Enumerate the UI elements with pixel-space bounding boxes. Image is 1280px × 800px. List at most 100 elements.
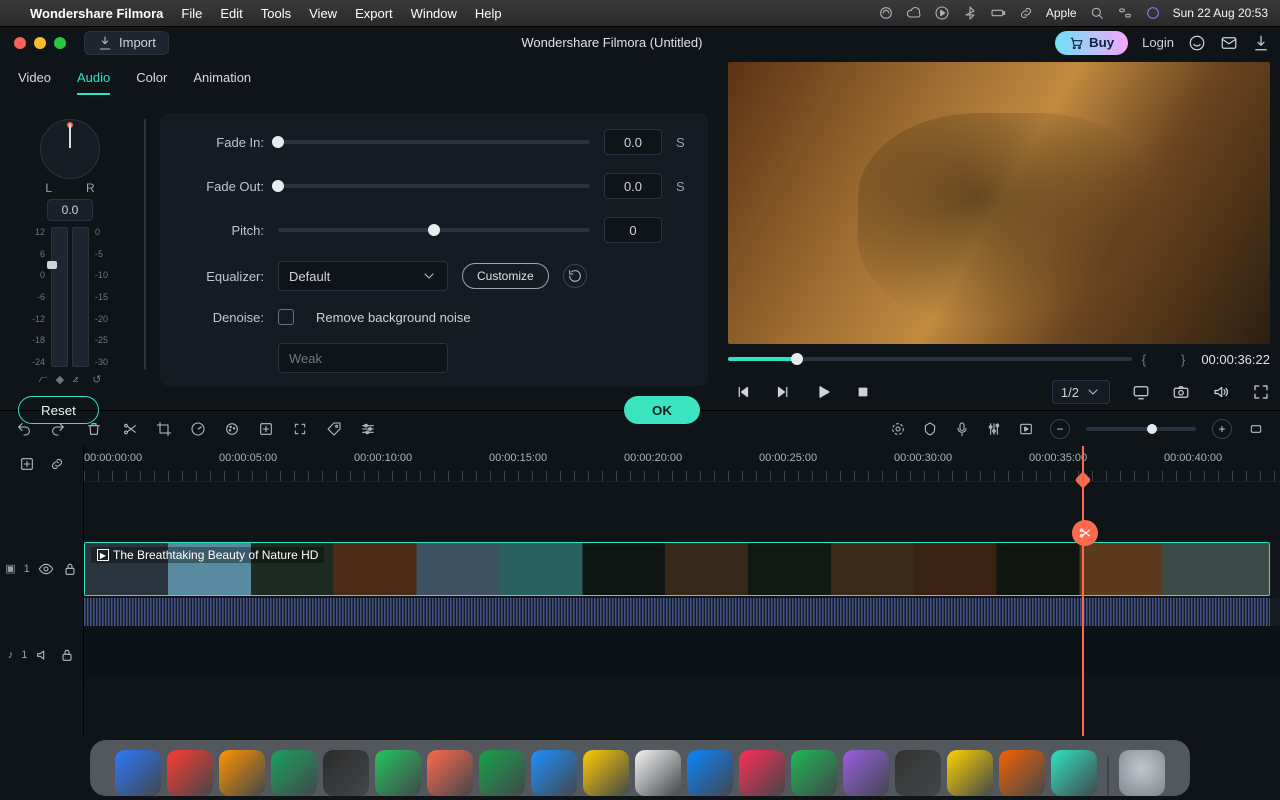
lock-icon[interactable]	[62, 561, 78, 577]
level-meter[interactable]: 1260-6-12-18-24 0-5-10-15-20-25-30	[27, 227, 113, 367]
dock-app-14[interactable]	[843, 750, 889, 796]
play-button[interactable]	[814, 383, 832, 401]
color-button[interactable]	[224, 421, 240, 437]
split-playhead-button[interactable]	[1072, 520, 1098, 546]
menu-export[interactable]: Export	[355, 6, 393, 21]
tab-animation[interactable]: Animation	[193, 70, 251, 95]
status-play-icon[interactable]	[934, 5, 950, 21]
video-track-header[interactable]: ▣1	[0, 540, 83, 598]
status-control-center-icon[interactable]	[1117, 5, 1133, 21]
dock-app-4[interactable]	[323, 750, 369, 796]
display-settings-icon[interactable]	[1132, 383, 1150, 401]
media-button[interactable]	[1018, 421, 1034, 437]
record-vo-button[interactable]	[954, 421, 970, 437]
dock-app-3[interactable]	[271, 750, 317, 796]
messages-icon[interactable]	[1220, 34, 1238, 52]
dock-app-12[interactable]	[739, 750, 785, 796]
fullscreen-icon[interactable]	[1252, 383, 1270, 401]
marker-button[interactable]	[922, 421, 938, 437]
dock-trash[interactable]	[1119, 750, 1165, 796]
dock-app-1[interactable]	[167, 750, 213, 796]
tab-video[interactable]: Video	[18, 70, 51, 95]
denoise-strength-select[interactable]: Weak	[278, 343, 448, 373]
crop-button[interactable]	[156, 421, 172, 437]
buy-button[interactable]: Buy	[1055, 31, 1128, 55]
tag-button[interactable]	[326, 421, 342, 437]
clip-audio-waveform[interactable]	[84, 598, 1280, 626]
fade-out-slider[interactable]	[278, 184, 590, 188]
range-braces[interactable]: { }	[1142, 352, 1192, 367]
app-name[interactable]: Wondershare Filmora	[30, 6, 163, 21]
video-clip[interactable]: ▶The Breathtaking Beauty of Nature HD	[84, 542, 1270, 596]
dock-app-11[interactable]	[687, 750, 733, 796]
window-close[interactable]	[14, 37, 26, 49]
login-link[interactable]: Login	[1142, 35, 1174, 50]
fade-in-slider[interactable]	[278, 140, 590, 144]
import-button[interactable]: Import	[84, 31, 169, 55]
status-spotlight-icon[interactable]	[1089, 5, 1105, 21]
dock-app-17[interactable]	[999, 750, 1045, 796]
equalizer-reset-icon[interactable]	[563, 264, 587, 288]
redo-button[interactable]	[50, 421, 66, 437]
menu-view[interactable]: View	[309, 6, 337, 21]
audio-track-row[interactable]	[84, 626, 1280, 676]
dock-app-16[interactable]	[947, 750, 993, 796]
video-preview[interactable]	[728, 62, 1270, 344]
menu-window[interactable]: Window	[411, 6, 457, 21]
dock-app-15[interactable]	[895, 750, 941, 796]
equalizer-select[interactable]: Default	[278, 261, 448, 291]
video-track-row[interactable]: ▶The Breathtaking Beauty of Nature HD	[84, 540, 1280, 598]
prev-frame-button[interactable]	[734, 383, 752, 401]
volume-icon[interactable]	[1212, 383, 1230, 401]
tab-color[interactable]: Color	[136, 70, 167, 95]
render-button[interactable]	[890, 421, 906, 437]
status-siri-icon[interactable]	[1145, 5, 1161, 21]
audio-track-header[interactable]: ♪1	[0, 626, 83, 684]
dock-app-5[interactable]	[375, 750, 421, 796]
menu-tools[interactable]: Tools	[261, 6, 291, 21]
delete-button[interactable]	[86, 421, 102, 437]
menu-file[interactable]: File	[181, 6, 202, 21]
eye-icon[interactable]	[38, 561, 54, 577]
tab-audio[interactable]: Audio	[77, 70, 110, 95]
denoise-checkbox[interactable]	[278, 309, 294, 325]
timeline-ruler[interactable]: 00:00:00:0000:00:05:0000:00:10:0000:00:1…	[84, 446, 1280, 482]
playhead[interactable]	[1082, 446, 1084, 736]
pan-knob[interactable]	[40, 119, 100, 179]
speaker-icon[interactable]	[35, 647, 51, 663]
status-cloud-icon[interactable]	[906, 5, 922, 21]
speed-button[interactable]	[190, 421, 206, 437]
dock-app-10[interactable]	[635, 750, 681, 796]
green-screen-button[interactable]	[258, 421, 274, 437]
audio-mixer-button[interactable]	[986, 421, 1002, 437]
ok-button[interactable]: OK	[624, 396, 700, 424]
pitch-slider[interactable]	[278, 228, 590, 232]
download-icon[interactable]	[1252, 34, 1270, 52]
lock-icon[interactable]	[59, 647, 75, 663]
status-brand[interactable]: Apple	[1046, 6, 1077, 20]
dock-app-18[interactable]	[1051, 750, 1097, 796]
menu-help[interactable]: Help	[475, 6, 502, 21]
pitch-value[interactable]: 0	[604, 217, 662, 243]
customize-button[interactable]: Customize	[462, 263, 549, 289]
status-datetime[interactable]: Sun 22 Aug 20:53	[1173, 6, 1268, 20]
status-battery-icon[interactable]	[990, 5, 1006, 21]
detect-button[interactable]	[292, 421, 308, 437]
zoom-out-button[interactable]: −	[1050, 419, 1070, 439]
link-tracks-button[interactable]	[49, 456, 65, 472]
zoom-slider[interactable]	[1086, 427, 1196, 431]
status-sync-icon[interactable]	[878, 5, 894, 21]
keyframe-nav[interactable]: ⦧◆⦨↺	[39, 373, 102, 386]
dock-app-0[interactable]	[115, 750, 161, 796]
fade-out-value[interactable]: 0.0	[604, 173, 662, 199]
zoom-fit-button[interactable]	[1248, 421, 1264, 437]
dock-app-9[interactable]	[583, 750, 629, 796]
undo-button[interactable]	[16, 421, 32, 437]
status-bt-icon[interactable]	[962, 5, 978, 21]
adjust-button[interactable]	[360, 421, 376, 437]
add-track-button[interactable]	[19, 456, 35, 472]
split-button[interactable]	[122, 421, 138, 437]
dock-app-6[interactable]	[427, 750, 473, 796]
zoom-in-button[interactable]: +	[1212, 419, 1232, 439]
next-frame-button[interactable]	[774, 383, 792, 401]
